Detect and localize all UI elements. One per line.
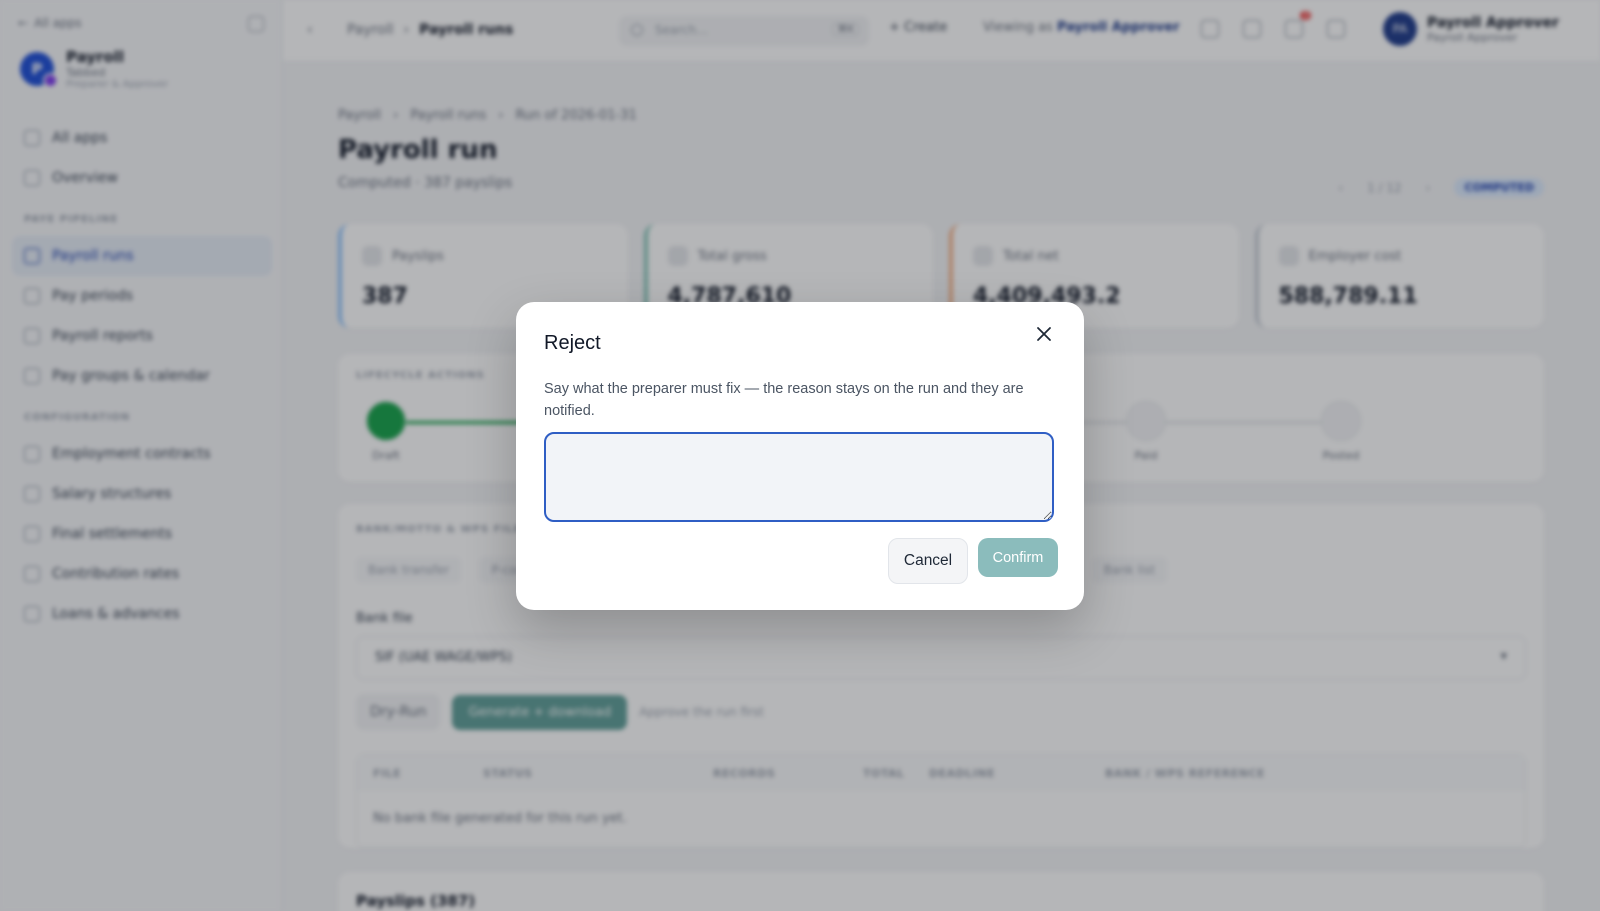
confirm-button[interactable]: Confirm (978, 538, 1058, 577)
dialog-title: Reject (544, 332, 601, 354)
cancel-button[interactable]: Cancel (888, 538, 968, 584)
dialog-description: Say what the preparer must fix — the rea… (544, 381, 1024, 419)
reject-reason-textarea[interactable] (544, 432, 1054, 522)
reject-dialog: Reject Say what the preparer must fix — … (516, 302, 1084, 610)
close-button[interactable] (1026, 316, 1062, 352)
close-icon (1037, 327, 1051, 341)
